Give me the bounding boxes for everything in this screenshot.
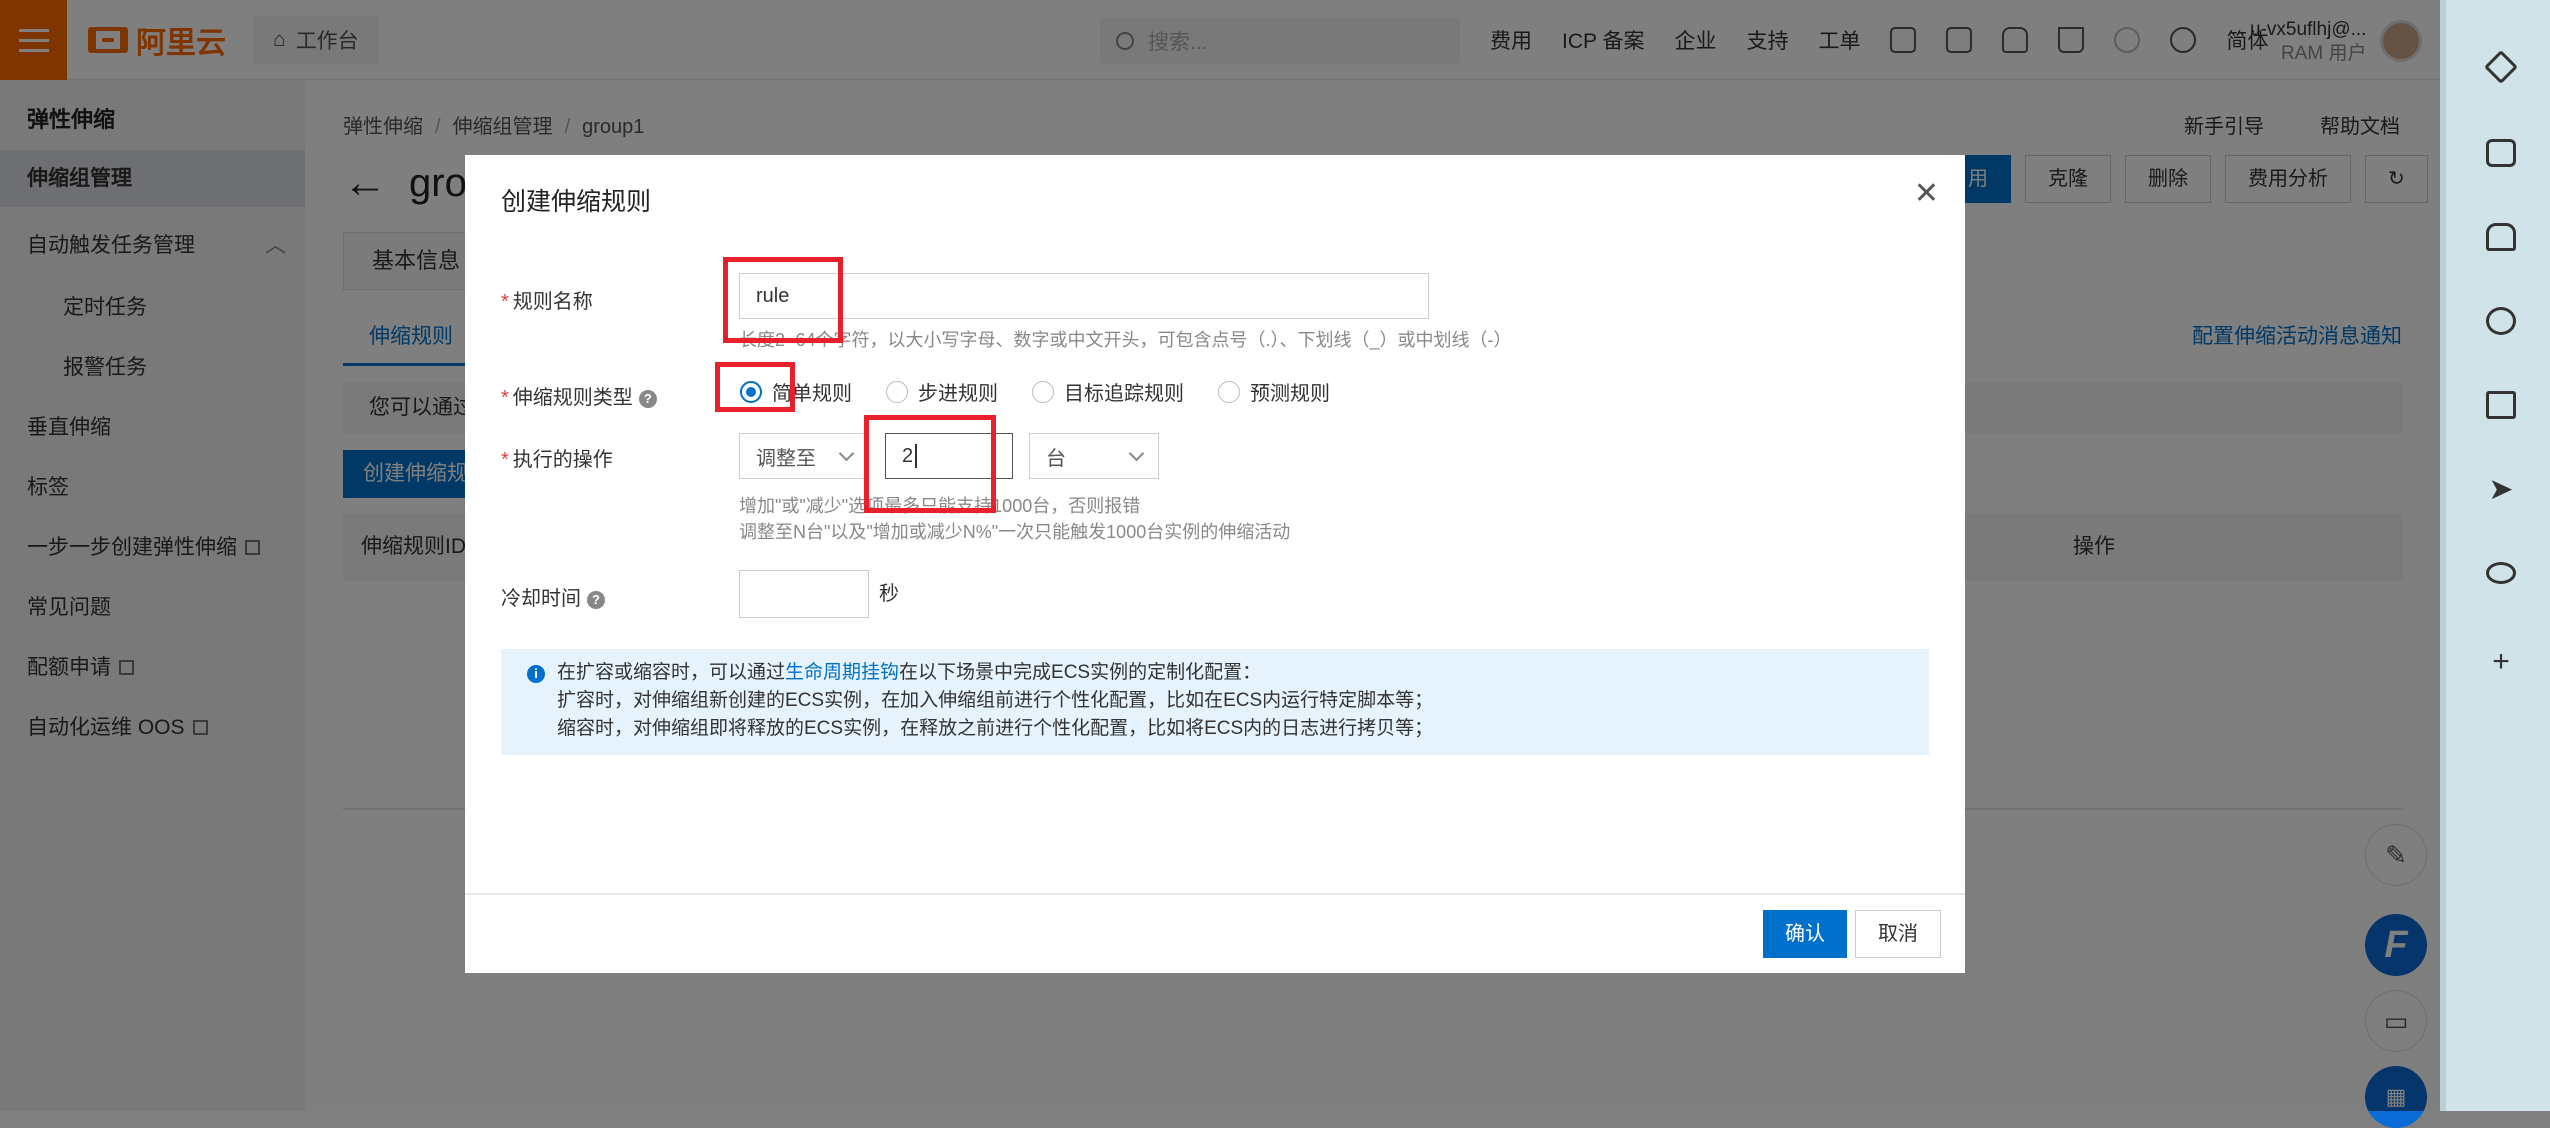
chevron-down-icon	[1128, 445, 1145, 461]
radio-unchecked-icon	[1218, 380, 1240, 403]
lifecycle-hook-link[interactable]: 生命周期挂钩	[785, 662, 899, 683]
info-text: 在以下场景中完成ECS实例的定制化配置：	[899, 662, 1262, 683]
required-mark: *	[501, 449, 509, 471]
highlight-box	[723, 257, 843, 343]
radio-label: 预测规则	[1250, 383, 1330, 405]
cooldown-label: 冷却时间?	[501, 582, 605, 611]
browser-icon[interactable]	[2484, 304, 2518, 338]
operation-label-text: 执行的操作	[512, 449, 613, 471]
operation-select-value: 调整至	[756, 447, 816, 470]
info-icon: i	[527, 665, 545, 683]
help-icon[interactable]: ?	[587, 591, 605, 609]
radio-label: 目标追踪规则	[1064, 383, 1184, 405]
cooldown-input[interactable]	[739, 570, 869, 618]
chevron-down-icon	[838, 445, 855, 461]
operation-unit-value: 台	[1046, 447, 1066, 470]
cooldown-unit: 秒	[879, 583, 899, 605]
right-toolbar: ➤ +	[2440, 0, 2550, 1111]
cloud-icon[interactable]	[2484, 556, 2518, 590]
dialog-footer-divider	[465, 893, 1965, 895]
help-icon[interactable]: ?	[638, 390, 657, 408]
info-line-1: 在扩容或缩容时，可以通过生命周期挂钩在以下场景中完成ECS实例的定制化配置：	[557, 659, 1929, 687]
info-line-3: 缩容时，对伸缩组即将释放的ECS实例，在释放之前进行个性化配置，比如将ECS内的…	[557, 718, 1434, 739]
required-mark: *	[501, 387, 509, 409]
cancel-button[interactable]: 取消	[1855, 910, 1941, 958]
lifecycle-hook-info: i 在扩容或缩容时，可以通过生命周期挂钩在以下场景中完成ECS实例的定制化配置：…	[501, 649, 1929, 755]
rule-name-label: * 规则名称	[501, 285, 593, 314]
chess-icon[interactable]	[2484, 220, 2518, 254]
rule-name-label-text: 规则名称	[512, 291, 593, 313]
add-icon[interactable]: +	[2484, 645, 2518, 679]
toolbox-icon[interactable]	[2484, 136, 2518, 170]
radio-unchecked-icon	[1032, 380, 1054, 403]
info-text: 在扩容或缩容时，可以通过	[557, 662, 786, 683]
create-rule-dialog: 创建伸缩规则 ✕ * 规则名称 rule 长度2~64个字符，以大小写字母、数字或…	[465, 155, 1965, 973]
radio-label: 步进规则	[918, 383, 998, 405]
rule-type-label: * 伸缩规则类型?	[501, 381, 657, 410]
close-icon[interactable]: ✕	[1914, 179, 1939, 209]
cooldown-label-text: 冷却时间	[501, 588, 581, 610]
operation-hint-2: 调整至N台"以及"增加或减少N%"一次只能触发1000台实例的伸缩活动	[739, 522, 1291, 542]
tag-icon[interactable]	[2484, 50, 2518, 84]
radio-step-rule[interactable]: 步进规则	[886, 377, 998, 406]
highlight-box	[864, 415, 996, 513]
info-line-2: 扩容时，对伸缩组新创建的ECS实例，在加入伸缩组前进行个性化配置，比如在ECS内…	[557, 690, 1434, 711]
rule-type-label-text: 伸缩规则类型	[512, 387, 633, 409]
outlook-icon[interactable]	[2484, 388, 2518, 422]
radio-predictive-rule[interactable]: 预测规则	[1218, 377, 1330, 406]
radio-target-tracking-rule[interactable]: 目标追踪规则	[1032, 377, 1184, 406]
rule-type-group: 简单规则 步进规则 目标追踪规则 预测规则	[740, 377, 1330, 406]
operation-label: * 执行的操作	[501, 443, 613, 472]
required-mark: *	[501, 291, 509, 313]
radio-unchecked-icon	[886, 380, 908, 403]
send-icon[interactable]: ➤	[2484, 472, 2518, 506]
rule-name-hint: 长度2~64个字符，以大小写字母、数字或中文开头，可包含点号（.）、下划线（_）…	[739, 330, 1512, 350]
highlight-box	[715, 362, 795, 412]
confirm-button[interactable]: 确认	[1763, 910, 1847, 958]
operation-unit-select[interactable]: 台	[1029, 433, 1159, 479]
dialog-title: 创建伸缩规则	[501, 188, 652, 216]
operation-select[interactable]: 调整至	[739, 433, 869, 479]
